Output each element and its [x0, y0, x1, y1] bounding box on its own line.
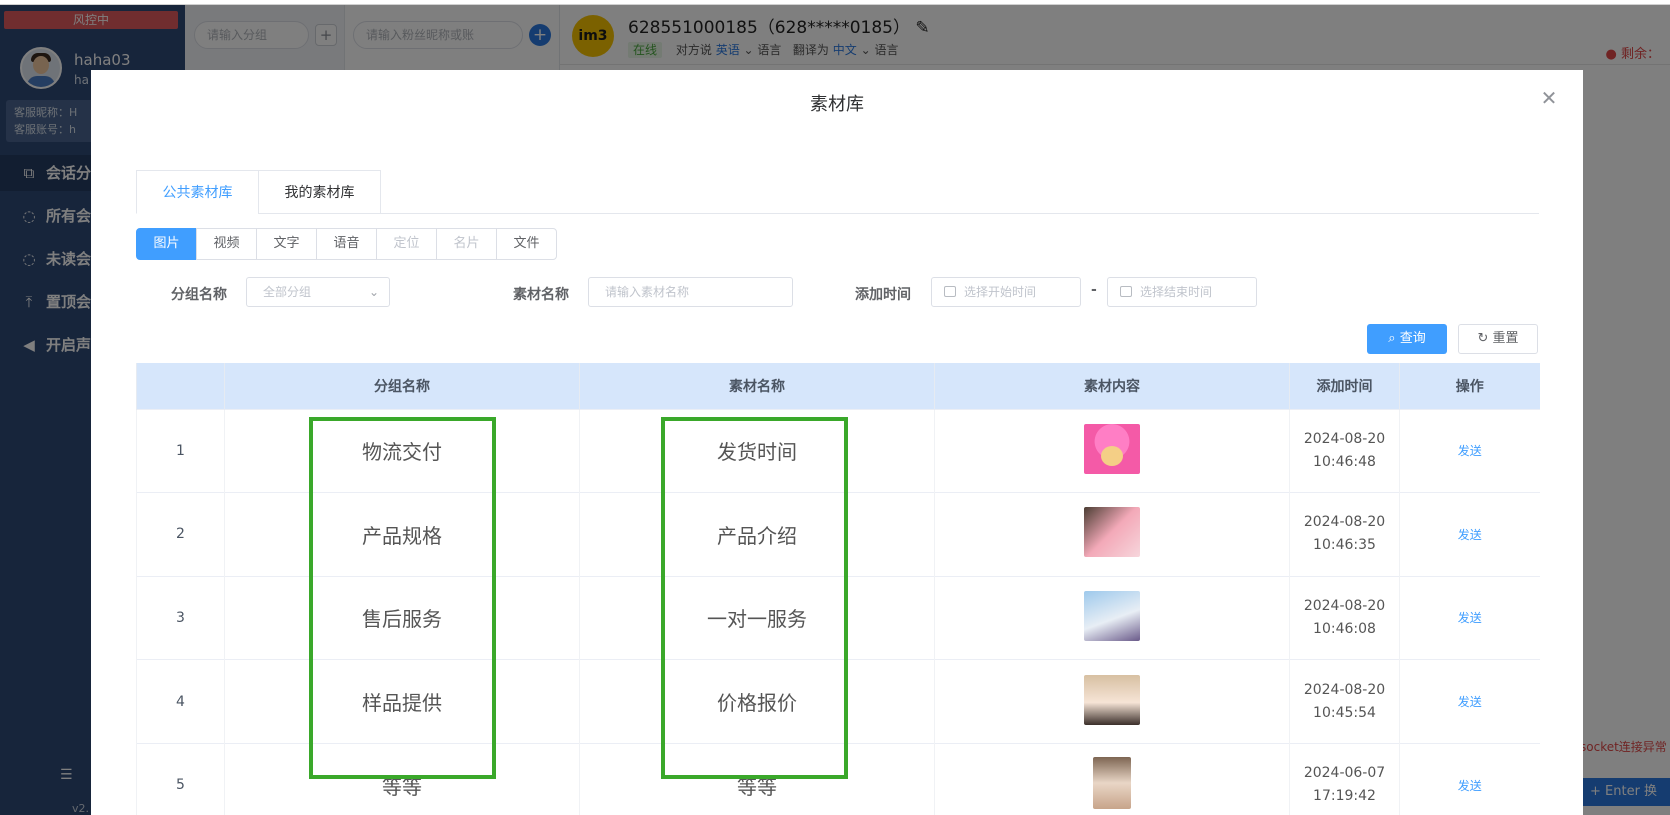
material-thumbnail[interactable]: [1084, 507, 1140, 558]
group-filter-value: 全部分组: [263, 285, 312, 299]
action-cell: 发送: [1399, 575, 1540, 660]
group-filter-select[interactable]: 全部分组 ⌄: [246, 277, 390, 307]
start-time-placeholder: 选择开始时间: [964, 285, 1037, 299]
refresh-icon: ↻: [1477, 331, 1489, 346]
content-cell: [934, 492, 1290, 577]
send-link[interactable]: 发送: [1458, 444, 1482, 458]
start-time-picker[interactable]: 选择开始时间: [931, 277, 1081, 307]
table-header-row: 分组名称 素材名称 素材内容 添加时间 操作: [136, 363, 1540, 409]
action-cell: 发送: [1399, 492, 1540, 577]
content-cell: [934, 742, 1290, 815]
calendar-icon: [1120, 286, 1132, 297]
clock-text: 10:46:08: [1313, 620, 1376, 637]
time-cell: 2024-08-20 10:46:08: [1289, 575, 1400, 660]
col-group-name: 分组名称: [224, 363, 580, 409]
clock-text: 10:45:54: [1313, 704, 1376, 721]
date-text: 2024-08-20: [1303, 597, 1386, 614]
send-link[interactable]: 发送: [1458, 695, 1482, 709]
library-tabs: 公共素材库 我的素材库: [136, 170, 1539, 214]
type-image[interactable]: 图片: [136, 228, 197, 260]
type-voice[interactable]: 语音: [316, 228, 377, 260]
row-index: 4: [136, 659, 225, 744]
col-actions: 操作: [1399, 363, 1540, 409]
row-index: 3: [136, 575, 225, 660]
material-library-dialog: 素材库 ✕ 公共素材库 我的素材库 图片 视频 文字 语音 定位 名片 文件 分…: [91, 70, 1583, 815]
material-type-switch: 图片 视频 文字 语音 定位 名片 文件: [136, 228, 557, 260]
send-link[interactable]: 发送: [1458, 779, 1482, 793]
time-cell: 2024-08-20 10:46:35: [1289, 492, 1400, 577]
clock-text: 10:46:35: [1313, 537, 1376, 554]
chevron-down-icon: ⌄: [368, 285, 379, 299]
material-thumbnail[interactable]: [1093, 757, 1131, 810]
material-filter-label: 素材名称: [513, 287, 569, 303]
clock-text: 10:46:48: [1313, 453, 1376, 470]
type-text[interactable]: 文字: [256, 228, 317, 260]
tab-my-library[interactable]: 我的素材库: [258, 170, 381, 214]
dialog-title: 素材库: [810, 94, 864, 115]
row-index: 2: [136, 492, 225, 577]
date-text: 2024-08-20: [1303, 681, 1386, 698]
content-cell: [934, 659, 1290, 744]
col-material-name: 素材名称: [579, 363, 935, 409]
action-cell: 发送: [1399, 408, 1540, 493]
content-cell: [934, 408, 1290, 493]
time-filter-label: 添加时间: [855, 287, 911, 303]
group-highlight-box: [309, 417, 496, 779]
type-video[interactable]: 视频: [196, 228, 257, 260]
material-thumbnail[interactable]: [1084, 674, 1140, 725]
search-icon: ⌕: [1388, 331, 1396, 346]
name-highlight-box: [661, 417, 848, 779]
query-button[interactable]: ⌕ 查询: [1367, 324, 1447, 354]
group-filter-label: 分组名称: [171, 287, 227, 303]
calendar-icon: [944, 286, 956, 297]
action-cell: 发送: [1399, 659, 1540, 744]
range-separator: -: [1091, 282, 1097, 298]
end-time-placeholder: 选择结束时间: [1140, 285, 1213, 299]
col-added-time: 添加时间: [1289, 363, 1400, 409]
time-cell: 2024-06-07 17:19:42: [1289, 742, 1400, 815]
date-text: 2024-08-20: [1303, 514, 1386, 531]
type-file[interactable]: 文件: [496, 228, 557, 260]
col-material-content: 素材内容: [934, 363, 1290, 409]
row-index: 1: [136, 408, 225, 493]
reset-label: 重置: [1492, 331, 1519, 346]
send-link[interactable]: 发送: [1458, 528, 1482, 542]
date-text: 2024-08-20: [1303, 430, 1386, 447]
time-cell: 2024-08-20 10:45:54: [1289, 659, 1400, 744]
clock-text: 17:19:42: [1313, 788, 1376, 805]
row-index: 5: [136, 742, 225, 815]
material-thumbnail[interactable]: [1084, 423, 1140, 474]
time-cell: 2024-08-20 10:46:48: [1289, 408, 1400, 493]
end-time-picker[interactable]: 选择结束时间: [1107, 277, 1257, 307]
action-cell: 发送: [1399, 742, 1540, 815]
reset-button[interactable]: ↻ 重置: [1458, 324, 1538, 354]
query-label: 查询: [1399, 331, 1426, 346]
date-text: 2024-06-07: [1303, 765, 1386, 782]
material-thumbnail[interactable]: [1084, 590, 1140, 641]
content-cell: [934, 575, 1290, 660]
material-name-input[interactable]: 请输入素材名称: [588, 277, 793, 307]
col-index: [136, 363, 225, 409]
send-link[interactable]: 发送: [1458, 611, 1482, 625]
close-icon[interactable]: ✕: [1537, 86, 1561, 110]
type-contact-card[interactable]: 名片: [436, 228, 497, 260]
tab-public-library[interactable]: 公共素材库: [136, 170, 259, 214]
type-location[interactable]: 定位: [376, 228, 437, 260]
